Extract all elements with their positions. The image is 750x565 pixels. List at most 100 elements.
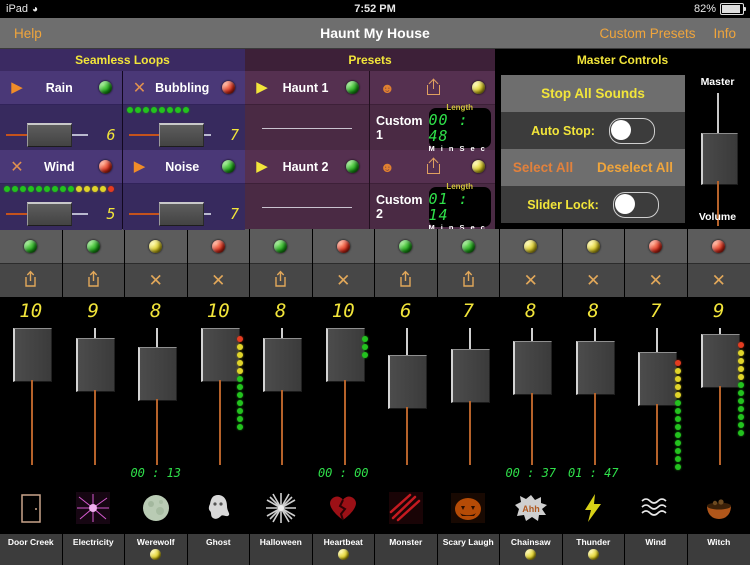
channel-lamp-row[interactable] — [500, 229, 562, 264]
slider-lock-toggle[interactable] — [613, 192, 659, 218]
close-icon[interactable]: ✕ — [336, 271, 350, 291]
fader-knob[interactable] — [201, 328, 240, 382]
sound-artwork[interactable] — [313, 486, 375, 534]
sound-button[interactable]: Werewolf — [125, 486, 187, 565]
sound-artwork[interactable] — [438, 486, 500, 534]
share-icon[interactable] — [427, 80, 440, 95]
channel-fader[interactable]: 800 : 13 — [125, 298, 187, 486]
master-volume-slider[interactable]: Master Volume — [685, 71, 750, 229]
slider-knob[interactable] — [159, 123, 204, 147]
channel-lamp-row[interactable] — [688, 229, 750, 264]
loop-cell[interactable]: ▶ Rain 6 — [0, 71, 122, 150]
pumpkin-icon[interactable]: ☻ — [380, 160, 395, 174]
sound-artwork[interactable] — [125, 486, 187, 534]
channel-share-button[interactable] — [250, 264, 312, 298]
fader-knob[interactable] — [513, 341, 552, 395]
sound-artwork[interactable] — [625, 486, 687, 534]
custom-presets-button[interactable]: Custom Presets — [599, 26, 695, 41]
close-icon[interactable]: ✕ — [211, 271, 225, 291]
sound-artwork[interactable]: Ahh — [500, 486, 562, 534]
fader-knob[interactable] — [638, 352, 677, 406]
channel-share-button[interactable] — [63, 264, 125, 298]
channel-fader[interactable]: 6 — [375, 298, 437, 486]
channel-share-button[interactable] — [375, 264, 437, 298]
loop-cell[interactable]: ✕ Bubbling 7 — [123, 71, 246, 150]
sound-button[interactable]: Halloween — [250, 486, 312, 565]
channel-fader[interactable]: 1000 : 00 — [313, 298, 375, 486]
sound-artwork[interactable] — [688, 486, 750, 534]
channel-lamp-row[interactable] — [438, 229, 500, 264]
channel-fader[interactable]: 800 : 37 — [500, 298, 562, 486]
channel-lamp-row[interactable] — [375, 229, 437, 264]
channel-lamp-row[interactable] — [625, 229, 687, 264]
sound-button[interactable]: Monster — [375, 486, 437, 565]
loop-volume-slider[interactable]: 7 — [129, 123, 240, 147]
channel-fader[interactable]: 801 : 47 — [563, 298, 625, 486]
channel-fader[interactable]: 7 — [625, 298, 687, 486]
loop-cell[interactable]: ✕ Wind 5 — [0, 150, 122, 229]
channel-close-button[interactable]: ✕ — [188, 264, 250, 298]
channel-fader[interactable]: 7 — [438, 298, 500, 486]
loop-header[interactable]: ✕ Wind — [0, 150, 122, 184]
select-all-button[interactable]: Select All — [513, 160, 573, 175]
sound-artwork[interactable] — [188, 486, 250, 534]
close-icon[interactable]: ✕ — [524, 271, 538, 291]
sound-button[interactable]: Witch — [688, 486, 750, 565]
channel-lamp-row[interactable] — [63, 229, 125, 264]
fader-knob[interactable] — [388, 355, 427, 409]
channel-fader[interactable]: 10 — [0, 298, 62, 486]
share-icon[interactable] — [398, 270, 413, 292]
loop-header[interactable]: ▶ Rain — [0, 71, 122, 105]
fader-knob[interactable] — [576, 341, 615, 395]
channel-fader[interactable]: 8 — [250, 298, 312, 486]
slider-knob[interactable] — [159, 202, 204, 226]
slider-knob[interactable] — [27, 123, 72, 147]
channel-close-button[interactable]: ✕ — [313, 264, 375, 298]
sound-artwork[interactable] — [63, 486, 125, 534]
share-icon[interactable] — [427, 159, 440, 174]
sound-button[interactable]: Electricity — [63, 486, 125, 565]
preset-cell[interactable]: ▶ Haunt 2 — [245, 150, 369, 229]
custom-preset-cell[interactable]: ☻ Custom 1 Length 00 : 48 MinSec — [370, 71, 495, 150]
channel-lamp-row[interactable] — [188, 229, 250, 264]
channel-close-button[interactable]: ✕ — [500, 264, 562, 298]
sound-artwork[interactable] — [375, 486, 437, 534]
fader-knob[interactable] — [701, 334, 740, 388]
loop-volume-slider[interactable]: 7 — [129, 202, 240, 226]
fader-knob[interactable] — [13, 328, 52, 382]
loop-volume-slider[interactable]: 6 — [6, 123, 116, 147]
loop-header[interactable]: ✕ Bubbling — [123, 71, 246, 105]
stop-all-sounds-button[interactable]: Stop All Sounds — [501, 75, 685, 112]
sound-button[interactable]: Door Creek — [0, 486, 62, 565]
channel-share-button[interactable] — [0, 264, 62, 298]
share-icon[interactable] — [461, 270, 476, 292]
channel-close-button[interactable]: ✕ — [125, 264, 187, 298]
sound-button[interactable]: Heartbeat — [313, 486, 375, 565]
preset-header[interactable]: ▶ Haunt 2 — [245, 150, 369, 184]
loop-cell[interactable]: ▶ Noise 7 — [123, 150, 246, 229]
loop-header[interactable]: ▶ Noise — [123, 150, 246, 184]
channel-close-button[interactable]: ✕ — [563, 264, 625, 298]
share-icon[interactable] — [23, 270, 38, 292]
fader-knob[interactable] — [451, 349, 490, 403]
fader-knob[interactable] — [138, 347, 177, 401]
close-icon[interactable]: ✕ — [149, 271, 163, 291]
preset-cell[interactable]: ▶ Haunt 1 — [245, 71, 369, 150]
loop-volume-slider[interactable]: 5 — [6, 202, 116, 226]
sound-button[interactable]: Thunder — [563, 486, 625, 565]
help-button[interactable]: Help — [0, 26, 56, 41]
pumpkin-icon[interactable]: ☻ — [380, 81, 395, 95]
info-button[interactable]: Info — [713, 26, 736, 41]
close-icon[interactable]: ✕ — [712, 271, 726, 291]
sound-artwork[interactable] — [563, 486, 625, 534]
close-icon[interactable]: ✕ — [586, 271, 600, 291]
slider-knob[interactable] — [27, 202, 72, 226]
channel-fader[interactable]: 9 — [688, 298, 750, 486]
channel-lamp-row[interactable] — [0, 229, 62, 264]
fader-knob[interactable] — [263, 338, 302, 392]
auto-stop-toggle[interactable] — [609, 118, 655, 144]
custom-preset-cell[interactable]: ☻ Custom 2 Length 01 : 14 MinSec — [370, 150, 495, 229]
sound-button[interactable]: AhhChainsaw — [500, 486, 562, 565]
sound-button[interactable]: Ghost — [188, 486, 250, 565]
sound-button[interactable]: Wind — [625, 486, 687, 565]
